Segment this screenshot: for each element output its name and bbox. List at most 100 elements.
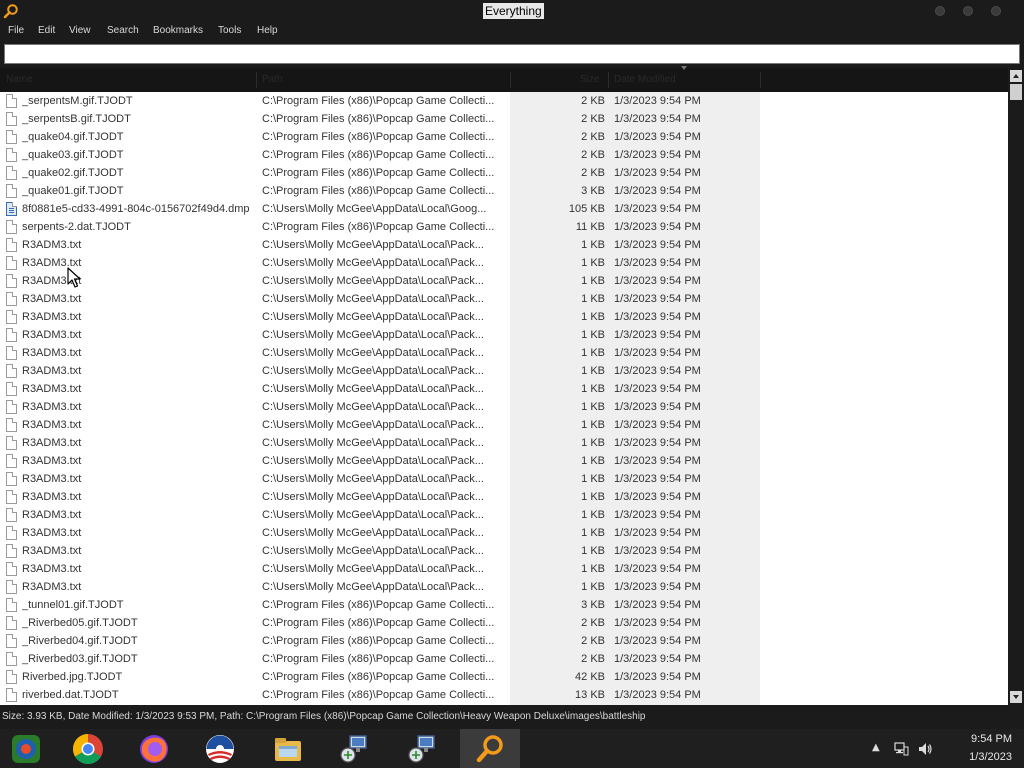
search-bar — [0, 40, 1024, 68]
table-row[interactable]: R3ADM3.txt C:\Users\Molly McGee\AppData\L… — [0, 434, 760, 452]
column-divider[interactable] — [608, 72, 609, 88]
scroll-thumb[interactable] — [1010, 84, 1022, 100]
table-row[interactable]: _serpentsM.gif.TJODT C:\Program Files (x8… — [0, 92, 760, 110]
table-row[interactable]: _quake04.gif.TJODT C:\Program Files (x86)… — [0, 128, 760, 146]
file-icon — [6, 400, 17, 414]
vertical-scrollbar[interactable] — [1008, 68, 1024, 705]
taskbar-network-tool-2[interactable] — [392, 729, 452, 768]
table-row[interactable]: R3ADM3.txt C:\Users\Molly McGee\AppData\L… — [0, 452, 760, 470]
column-size[interactable]: Size — [580, 74, 599, 85]
file-name-cell: _quake02.gif.TJODT — [22, 167, 124, 179]
file-icon — [6, 562, 17, 576]
taskbar: ▲ 9:54 PM 1/3/2023 — [0, 729, 1024, 768]
table-row[interactable]: R3ADM3.txt C:\Users\Molly McGee\AppData\L… — [0, 488, 760, 506]
menu-tools[interactable]: Tools — [218, 25, 241, 37]
taskbar-app-obama-logo[interactable] — [190, 729, 250, 768]
close-button[interactable] — [991, 6, 1001, 16]
table-row[interactable]: _tunnel01.gif.TJODT C:\Program Files (x86… — [0, 596, 760, 614]
table-row[interactable]: R3ADM3.txt C:\Users\Molly McGee\AppData\L… — [0, 326, 760, 344]
search-input[interactable] — [4, 44, 1020, 64]
column-divider[interactable] — [510, 72, 511, 88]
table-row[interactable]: R3ADM3.txt C:\Users\Molly McGee\AppData\L… — [0, 398, 760, 416]
menu-search[interactable]: Search — [107, 25, 139, 37]
table-row[interactable]: R3ADM3.txt C:\Users\Molly McGee\AppData\L… — [0, 506, 760, 524]
file-path-cell: C:\Users\Molly McGee\AppData\Local\Pack.… — [262, 311, 484, 323]
table-row[interactable]: R3ADM3.txt C:\Users\Molly McGee\AppData\L… — [0, 308, 760, 326]
table-row[interactable]: R3ADM3.txt C:\Users\Molly McGee\AppData\L… — [0, 272, 760, 290]
table-row[interactable]: R3ADM3.txt C:\Users\Molly McGee\AppData\L… — [0, 236, 760, 254]
column-name[interactable]: Name — [6, 74, 33, 85]
table-row[interactable]: R3ADM3.txt C:\Users\Molly McGee\AppData\L… — [0, 560, 760, 578]
file-name-cell: _quake01.gif.TJODT — [22, 185, 124, 197]
minimize-button[interactable] — [935, 6, 945, 16]
table-row[interactable]: R3ADM3.txt C:\Users\Molly McGee\AppData\L… — [0, 542, 760, 560]
volume-icon[interactable] — [917, 741, 933, 757]
maximize-button[interactable] — [963, 6, 973, 16]
table-row[interactable]: R3ADM3.txt C:\Users\Molly McGee\AppData\L… — [0, 578, 760, 596]
taskbar-everything[interactable] — [460, 729, 520, 768]
taskbar-firefox[interactable] — [124, 729, 184, 768]
table-row[interactable]: R3ADM3.txt C:\Users\Molly McGee\AppData\L… — [0, 290, 760, 308]
everything-search-icon[interactable] — [3, 3, 19, 19]
menu-bookmarks[interactable]: Bookmarks — [153, 25, 203, 37]
table-row[interactable]: riverbed.dat.TJODT C:\Program Files (x86)… — [0, 686, 760, 704]
file-name-cell: R3ADM3.txt — [22, 329, 82, 341]
date-modified-cell: 1/3/2023 9:54 PM — [614, 545, 701, 557]
clock-date[interactable]: 1/3/2023 — [944, 751, 1012, 763]
table-row[interactable]: serpents-2.dat.TJODT C:\Program Files (x8… — [0, 218, 760, 236]
results-list[interactable]: _serpentsM.gif.TJODT C:\Program Files (x8… — [0, 92, 1008, 705]
file-name-cell: R3ADM3.txt — [22, 401, 82, 413]
taskbar-network-tool-1[interactable] — [324, 729, 384, 768]
file-name-cell: _serpentsB.gif.TJODT — [22, 113, 131, 125]
file-icon — [6, 508, 17, 522]
table-row[interactable]: R3ADM3.txt C:\Users\Molly McGee\AppData\L… — [0, 362, 760, 380]
table-row[interactable]: _Riverbed04.gif.TJODT C:\Program Files (x… — [0, 632, 760, 650]
table-row[interactable]: _Riverbed03.gif.TJODT C:\Program Files (x… — [0, 650, 760, 668]
table-row[interactable]: _quake01.gif.TJODT C:\Program Files (x86)… — [0, 182, 760, 200]
file-icon — [6, 634, 17, 648]
table-row[interactable]: R3ADM3.txt C:\Users\Molly McGee\AppData\L… — [0, 254, 760, 272]
network-status-icon[interactable] — [893, 741, 909, 757]
column-divider[interactable] — [256, 72, 257, 88]
file-size-cell: 1 KB — [581, 275, 605, 287]
table-row[interactable]: R3ADM3.txt C:\Users\Molly McGee\AppData\L… — [0, 344, 760, 362]
taskbar-file-explorer[interactable] — [258, 729, 318, 768]
file-name-cell: riverbed.dat.TJODT — [22, 689, 119, 701]
table-row[interactable]: _Riverbed05.gif.TJODT C:\Program Files (x… — [0, 614, 760, 632]
column-date-modified[interactable]: Date Modified — [614, 74, 676, 85]
table-row[interactable]: _quake02.gif.TJODT C:\Program Files (x86)… — [0, 164, 760, 182]
table-row[interactable]: _quake03.gif.TJODT C:\Program Files (x86)… — [0, 146, 760, 164]
column-divider[interactable] — [760, 72, 761, 88]
table-row[interactable]: 8f0881e5-cd33-4991-804c-0156702f49d4.dmp… — [0, 200, 760, 218]
file-name-cell: R3ADM3.txt — [22, 509, 82, 521]
taskbar-media-center[interactable] — [0, 729, 60, 768]
taskbar-chrome[interactable] — [58, 729, 118, 768]
table-row[interactable]: _serpentsB.gif.TJODT C:\Program Files (x8… — [0, 110, 760, 128]
clock-time[interactable]: 9:54 PM — [944, 733, 1012, 745]
file-path-cell: C:\Program Files (x86)\Popcap Game Colle… — [262, 149, 495, 161]
file-size-cell: 1 KB — [581, 545, 605, 557]
column-path[interactable]: Path — [262, 74, 283, 85]
file-size-cell: 1 KB — [581, 473, 605, 485]
show-hidden-icons-chevron-icon[interactable]: ▲ — [872, 742, 880, 753]
file-path-cell: C:\Program Files (x86)\Popcap Game Colle… — [262, 671, 495, 683]
menu-view[interactable]: View — [69, 25, 91, 37]
file-size-cell: 1 KB — [581, 509, 605, 521]
scroll-down-arrow-icon[interactable] — [1010, 691, 1022, 703]
menu-file[interactable]: File — [8, 25, 24, 37]
table-row[interactable]: R3ADM3.txt C:\Users\Molly McGee\AppData\L… — [0, 380, 760, 398]
scroll-up-arrow-icon[interactable] — [1010, 70, 1022, 82]
table-row[interactable]: R3ADM3.txt C:\Users\Molly McGee\AppData\L… — [0, 470, 760, 488]
file-size-cell: 1 KB — [581, 527, 605, 539]
file-path-cell: C:\Program Files (x86)\Popcap Game Colle… — [262, 599, 495, 611]
table-row[interactable]: Riverbed.jpg.TJODT C:\Program Files (x86)… — [0, 668, 760, 686]
menu-edit[interactable]: Edit — [38, 25, 55, 37]
file-size-cell: 1 KB — [581, 311, 605, 323]
file-path-cell: C:\Program Files (x86)\Popcap Game Colle… — [262, 185, 495, 197]
table-row[interactable]: R3ADM3.txt C:\Users\Molly McGee\AppData\L… — [0, 416, 760, 434]
menu-help[interactable]: Help — [257, 25, 278, 37]
date-modified-cell: 1/3/2023 9:54 PM — [614, 185, 701, 197]
file-path-cell: C:\Users\Molly McGee\AppData\Local\Pack.… — [262, 275, 484, 287]
file-path-cell: C:\Program Files (x86)\Popcap Game Colle… — [262, 617, 495, 629]
table-row[interactable]: R3ADM3.txt C:\Users\Molly McGee\AppData\L… — [0, 524, 760, 542]
